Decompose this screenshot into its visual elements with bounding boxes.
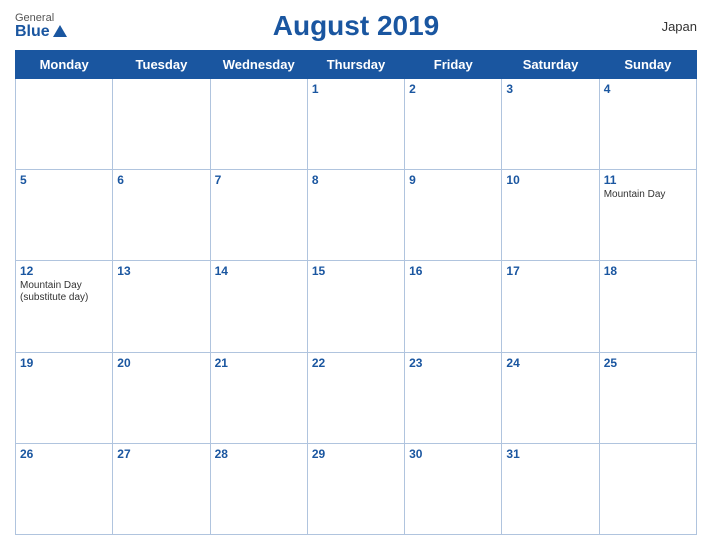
calendar-cell: 8 — [307, 170, 404, 261]
day-number: 30 — [409, 447, 497, 461]
calendar-cell: 9 — [405, 170, 502, 261]
header-saturday: Saturday — [502, 51, 599, 79]
calendar-cell: 31 — [502, 443, 599, 534]
calendar-cell — [113, 79, 210, 170]
calendar-cell: 2 — [405, 79, 502, 170]
logo-triangle-icon — [53, 25, 67, 37]
calendar-cell: 20 — [113, 352, 210, 443]
day-number: 17 — [506, 264, 594, 278]
header-wednesday: Wednesday — [210, 51, 307, 79]
day-number: 27 — [117, 447, 205, 461]
calendar-cell: 12 Mountain Day (substitute day) — [16, 261, 113, 352]
calendar-week-row: 56789 10 11 Mountain Day — [16, 170, 697, 261]
calendar-cell: 29 — [307, 443, 404, 534]
calendar-week-row: 1234 — [16, 79, 697, 170]
header-friday: Friday — [405, 51, 502, 79]
country-label: Japan — [662, 19, 697, 34]
calendar-cell: 14 — [210, 261, 307, 352]
day-number: 7 — [215, 173, 303, 187]
day-number: 13 — [117, 264, 205, 278]
day-number: 12 — [20, 264, 108, 278]
calendar-cell: 4 — [599, 79, 696, 170]
day-number: 3 — [506, 82, 594, 96]
holiday-name: Mountain Day — [604, 189, 692, 201]
day-number: 11 — [604, 173, 692, 187]
calendar-cell: 7 — [210, 170, 307, 261]
holiday-name: Mountain Day (substitute day) — [20, 280, 108, 304]
day-number: 29 — [312, 447, 400, 461]
day-number: 19 — [20, 356, 108, 370]
calendar-cell: 24 — [502, 352, 599, 443]
calendar-cell: 26 — [16, 443, 113, 534]
day-number: 5 — [20, 173, 108, 187]
calendar-cell: 10 — [502, 170, 599, 261]
calendar-cell: 13 — [113, 261, 210, 352]
day-number: 2 — [409, 82, 497, 96]
calendar-cell: 17 — [502, 261, 599, 352]
day-number: 9 — [409, 173, 497, 187]
calendar-cell — [599, 443, 696, 534]
day-number: 6 — [117, 173, 205, 187]
day-number: 4 — [604, 82, 692, 96]
day-number: 8 — [312, 173, 400, 187]
day-number: 18 — [604, 264, 692, 278]
calendar-header: General Blue August 2019 Japan — [15, 10, 697, 42]
calendar-cell: 30 — [405, 443, 502, 534]
calendar-cell: 25 — [599, 352, 696, 443]
day-number: 21 — [215, 356, 303, 370]
calendar-cell: 28 — [210, 443, 307, 534]
day-number: 24 — [506, 356, 594, 370]
calendar-cell: 3 — [502, 79, 599, 170]
calendar-week-row: 26 27 28 29 30 31 — [16, 443, 697, 534]
day-number: 14 — [215, 264, 303, 278]
calendar-cell: 18 — [599, 261, 696, 352]
logo: General Blue — [15, 13, 67, 40]
day-number: 10 — [506, 173, 594, 187]
logo-blue-text: Blue — [15, 24, 67, 40]
calendar-cell: 16 — [405, 261, 502, 352]
calendar-cell — [16, 79, 113, 170]
weekday-header-row: Monday Tuesday Wednesday Thursday Friday… — [16, 51, 697, 79]
day-number: 25 — [604, 356, 692, 370]
calendar-cell: 15 — [307, 261, 404, 352]
header-tuesday: Tuesday — [113, 51, 210, 79]
logo-general-text: General — [15, 13, 54, 24]
calendar-table: Monday Tuesday Wednesday Thursday Friday… — [15, 50, 697, 535]
calendar-cell: 11 Mountain Day — [599, 170, 696, 261]
month-title: August 2019 — [273, 10, 440, 42]
day-number: 20 — [117, 356, 205, 370]
header-thursday: Thursday — [307, 51, 404, 79]
calendar-cell: 23 — [405, 352, 502, 443]
calendar-week-row: 19 20 21 22 23 24 25 — [16, 352, 697, 443]
calendar-cell — [210, 79, 307, 170]
day-number: 28 — [215, 447, 303, 461]
calendar-cell: 21 — [210, 352, 307, 443]
calendar-wrapper: General Blue August 2019 Japan Monday Tu… — [0, 0, 712, 550]
calendar-cell: 19 — [16, 352, 113, 443]
header-sunday: Sunday — [599, 51, 696, 79]
day-number: 31 — [506, 447, 594, 461]
calendar-cell: 6 — [113, 170, 210, 261]
calendar-cell: 22 — [307, 352, 404, 443]
day-number: 15 — [312, 264, 400, 278]
calendar-body: 1234567891011Mountain Day12Mountain Day … — [16, 79, 697, 535]
calendar-cell: 27 — [113, 443, 210, 534]
day-number: 22 — [312, 356, 400, 370]
calendar-week-row: 12 Mountain Day (substitute day) 13 14 15 16 1… — [16, 261, 697, 352]
calendar-cell: 5 — [16, 170, 113, 261]
day-number: 16 — [409, 264, 497, 278]
calendar-cell: 1 — [307, 79, 404, 170]
day-number: 1 — [312, 82, 400, 96]
day-number: 26 — [20, 447, 108, 461]
day-number: 23 — [409, 356, 497, 370]
header-monday: Monday — [16, 51, 113, 79]
